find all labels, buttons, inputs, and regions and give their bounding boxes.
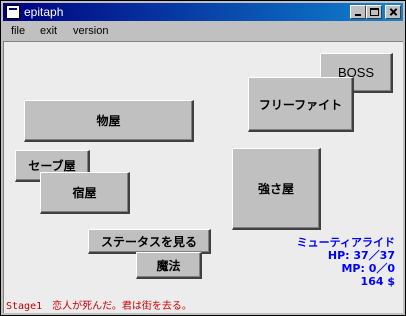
stage-label: Stage1 <box>6 301 43 312</box>
strength-shop-button[interactable]: 強さ屋 <box>232 148 321 230</box>
money-readout: 164 $ <box>360 275 395 288</box>
magic-button[interactable]: 魔法 <box>136 252 202 279</box>
title-bar[interactable]: epitaph <box>3 3 403 21</box>
character-name: ミューティアライド <box>296 236 395 249</box>
menu-file[interactable]: file <box>11 24 25 38</box>
view-status-button[interactable]: ステータスを見る <box>88 229 211 254</box>
window-icon[interactable] <box>6 5 20 19</box>
menu-exit[interactable]: exit <box>40 24 57 38</box>
app-window: epitaph file exit version BOSS フリーファイト 物… <box>0 0 406 316</box>
message-text: 恋人が死んだ。君は街を去る。 <box>52 301 192 312</box>
menu-version[interactable]: version <box>73 24 108 38</box>
close-button[interactable] <box>385 5 401 19</box>
maximize-button[interactable] <box>366 5 382 19</box>
status-panel: ミューティアライド HP: 37／37 MP: 0／0 164 $ <box>297 236 395 288</box>
hp-readout: HP: 37／37 <box>327 249 395 262</box>
free-fight-button[interactable]: フリーファイト <box>248 77 354 132</box>
mp-readout: MP: 0／0 <box>341 262 395 275</box>
game-area: BOSS フリーファイト 物屋 セーブ屋 宿屋 強さ屋 ステータスを見る 魔法 … <box>3 41 403 313</box>
minimize-button[interactable] <box>350 5 366 19</box>
window-title: epitaph <box>24 5 64 19</box>
inn-button[interactable]: 宿屋 <box>40 172 130 214</box>
menu-bar: file exit version <box>3 22 403 40</box>
item-shop-button[interactable]: 物屋 <box>24 100 194 142</box>
message-line: Stage1 恋人が死んだ。君は街を去る。 <box>6 297 192 312</box>
